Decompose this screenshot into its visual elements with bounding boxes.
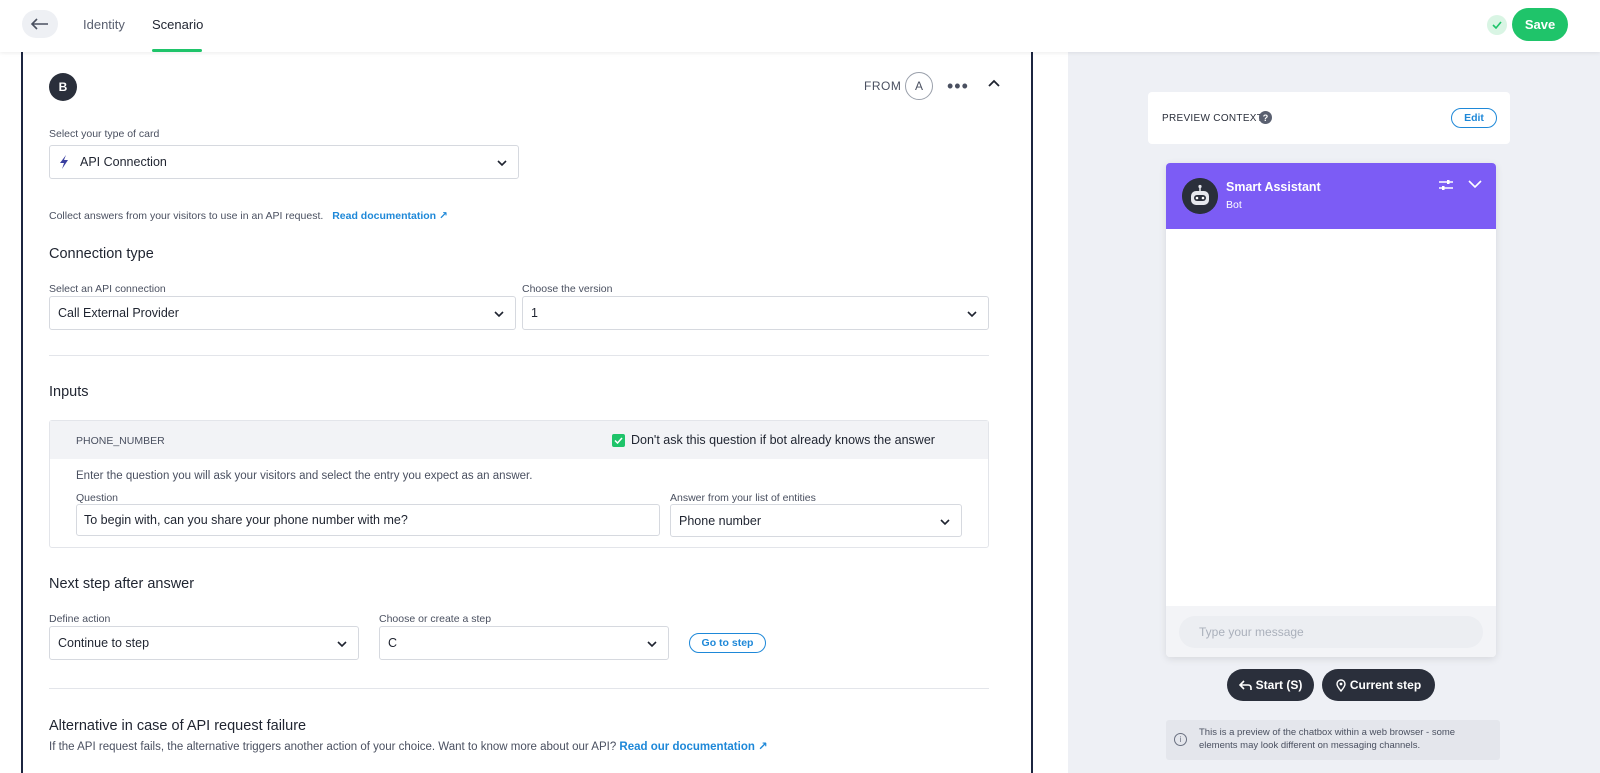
active-tab-indicator bbox=[152, 49, 202, 52]
preview-panel: PREVIEW CONTEXT ? Edit Smart Assistant B… bbox=[1068, 52, 1600, 773]
go-to-step-button[interactable]: Go to step bbox=[689, 633, 766, 653]
location-pin-icon bbox=[1336, 678, 1346, 692]
preview-context-card: PREVIEW CONTEXT ? Edit bbox=[1148, 92, 1510, 144]
version-label: Choose the version bbox=[522, 283, 613, 295]
card-type-value: API Connection bbox=[80, 155, 167, 169]
sliders-icon[interactable] bbox=[1438, 178, 1454, 192]
chevron-down-icon bbox=[337, 641, 347, 648]
chat-header: Smart Assistant Bot bbox=[1166, 163, 1496, 229]
entity-label: Answer from your list of entities bbox=[670, 492, 816, 504]
robot-icon bbox=[1182, 178, 1218, 214]
chevron-down-icon bbox=[940, 519, 950, 526]
read-documentation-link[interactable]: Read documentation bbox=[332, 210, 436, 222]
chatbox-preview: Smart Assistant Bot Type your message bbox=[1166, 163, 1496, 657]
chevron-up-icon[interactable] bbox=[985, 74, 1003, 92]
bot-avatar bbox=[1182, 178, 1218, 214]
entity-select[interactable]: Phone number bbox=[670, 504, 962, 537]
bot-role: Bot bbox=[1226, 199, 1242, 211]
from-label: FROM bbox=[864, 79, 902, 93]
section-divider bbox=[49, 355, 989, 356]
from-step-badge[interactable]: A bbox=[905, 72, 933, 100]
saved-status-indicator bbox=[1487, 15, 1507, 35]
scroll-fade bbox=[23, 752, 1031, 773]
preview-context-label: PREVIEW CONTEXT bbox=[1162, 113, 1264, 124]
input-card: PHONE_NUMBER Don't ask this question if … bbox=[49, 420, 989, 548]
chevron-down-icon bbox=[494, 311, 504, 318]
reply-arrow-icon bbox=[1238, 679, 1252, 690]
start-button[interactable]: Start (S) bbox=[1227, 669, 1314, 701]
current-step-label: Current step bbox=[1349, 678, 1422, 692]
chevron-down-icon bbox=[497, 160, 507, 167]
inputs-title: Inputs bbox=[49, 384, 89, 400]
tab-scenario[interactable]: Scenario bbox=[152, 17, 203, 32]
input-instructions: Enter the question you will ask your vis… bbox=[76, 470, 533, 482]
input-card-header: PHONE_NUMBER Don't ask this question if … bbox=[50, 421, 988, 459]
define-action-label: Define action bbox=[49, 613, 111, 625]
external-link-icon[interactable]: ↗ bbox=[439, 210, 448, 222]
back-button[interactable] bbox=[22, 10, 58, 38]
api-connection-value: Call External Provider bbox=[58, 306, 179, 320]
version-select[interactable]: 1 bbox=[522, 296, 989, 330]
arrow-left-icon bbox=[31, 18, 48, 30]
connection-type-title: Connection type bbox=[49, 246, 154, 262]
check-icon bbox=[614, 436, 623, 444]
step-badge: B bbox=[49, 73, 77, 101]
chevron-down-icon bbox=[967, 311, 977, 318]
choose-step-value: C bbox=[388, 636, 398, 650]
fallback-title: Alternative in case of API request failu… bbox=[49, 718, 307, 734]
card-description: Collect answers from your visitors to us… bbox=[49, 210, 448, 222]
more-horizontal-icon[interactable]: ••• bbox=[947, 76, 969, 97]
choose-step-label: Choose or create a step bbox=[379, 613, 492, 625]
chat-footer: Type your message bbox=[1166, 606, 1496, 657]
chevron-down-icon[interactable] bbox=[1468, 179, 1482, 189]
api-connection-select[interactable]: Call External Provider bbox=[49, 296, 516, 330]
choose-step-select[interactable]: C bbox=[379, 626, 669, 660]
top-bar: Identity Scenario Save bbox=[0, 0, 1600, 52]
skip-question-checkbox[interactable] bbox=[612, 433, 625, 447]
question-label: Question bbox=[76, 492, 119, 504]
bot-name: Smart Assistant bbox=[1226, 180, 1321, 194]
api-connection-label: Select an API connection bbox=[49, 283, 166, 295]
define-action-select[interactable]: Continue to step bbox=[49, 626, 359, 660]
save-button[interactable]: Save bbox=[1512, 8, 1568, 41]
variable-name: PHONE_NUMBER bbox=[76, 435, 165, 447]
lightning-icon bbox=[60, 155, 68, 169]
skip-question-label: Don't ask this question if bot already k… bbox=[631, 433, 935, 447]
card-type-label: Select your type of card bbox=[49, 128, 160, 140]
step-editor: B FROM A ••• Select your type of card AP… bbox=[21, 52, 1033, 773]
check-icon bbox=[1492, 21, 1502, 29]
edit-context-button[interactable]: Edit bbox=[1451, 108, 1497, 128]
chevron-down-icon bbox=[647, 641, 657, 648]
question-input[interactable]: To begin with, can you share your phone … bbox=[76, 504, 660, 536]
fallback-description: If the API request fails, the alternativ… bbox=[49, 739, 768, 753]
skip-question-checkbox-row[interactable]: Don't ask this question if bot already k… bbox=[612, 433, 935, 447]
section-divider bbox=[49, 688, 989, 689]
card-type-select[interactable]: API Connection bbox=[49, 145, 519, 179]
info-icon: i bbox=[1174, 733, 1187, 746]
preview-note: i This is a preview of the chatbox withi… bbox=[1166, 720, 1500, 760]
start-button-label: Start (S) bbox=[1255, 678, 1303, 692]
preview-note-text: This is a preview of the chatbox within … bbox=[1199, 727, 1456, 751]
card-description-text: Collect answers from your visitors to us… bbox=[49, 210, 324, 222]
version-value: 1 bbox=[531, 306, 538, 320]
define-action-value: Continue to step bbox=[58, 636, 150, 650]
current-step-button[interactable]: Current step bbox=[1322, 669, 1435, 701]
tab-identity[interactable]: Identity bbox=[83, 17, 125, 32]
entity-value: Phone number bbox=[679, 513, 762, 528]
help-icon[interactable]: ? bbox=[1259, 111, 1272, 124]
next-step-title: Next step after answer bbox=[49, 576, 195, 592]
message-input[interactable]: Type your message bbox=[1179, 616, 1483, 648]
